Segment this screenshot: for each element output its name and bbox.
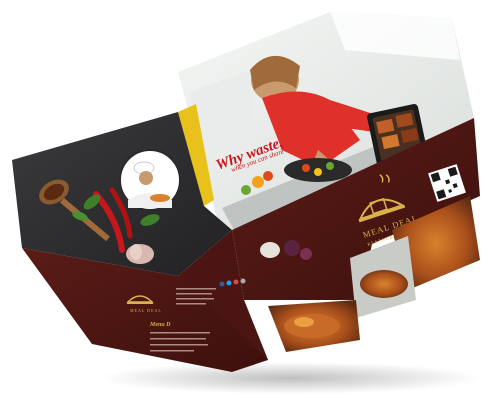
red-onion: [284, 240, 300, 256]
section-heading: Menu D: [149, 322, 171, 328]
brochure-mockup: Why waste, when you can share MEAL DEAL …: [12, 12, 480, 394]
garlic-bulb: [260, 242, 280, 258]
drop-shadow: [100, 362, 480, 394]
chef-circle-photo: [119, 149, 181, 211]
small-brand-name: MEAL DEAL: [130, 308, 162, 313]
